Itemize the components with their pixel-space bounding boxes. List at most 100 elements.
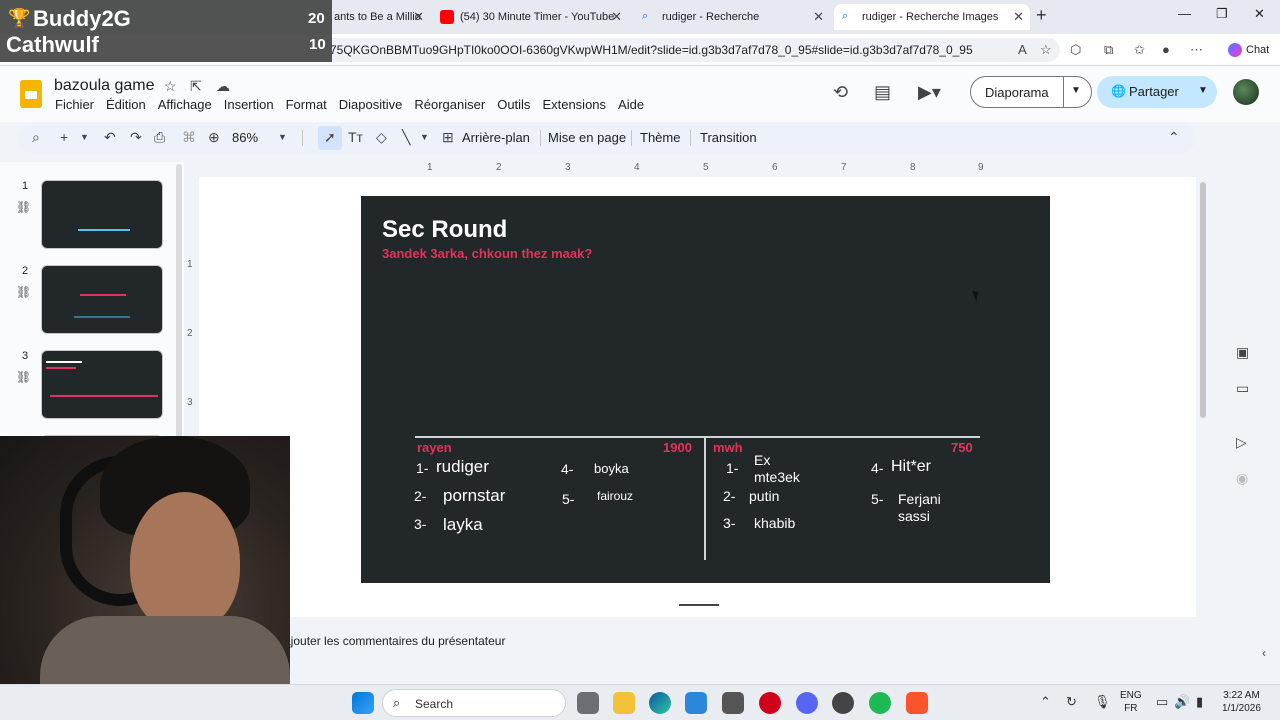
- new-tab-button[interactable]: +: [1036, 5, 1047, 26]
- team-score-right[interactable]: 750: [951, 440, 973, 455]
- tray-chevron-icon[interactable]: ⌃: [1040, 694, 1051, 710]
- copilot-chat-button[interactable]: Chat: [1220, 38, 1277, 62]
- share-button[interactable]: 🌐 Partager ▼: [1097, 76, 1217, 108]
- comments-icon[interactable]: ▤: [874, 82, 891, 103]
- menu-help[interactable]: Aide: [618, 97, 644, 112]
- slide-canvas[interactable]: Sec Round 3andek 3arka, chkoun thez maak…: [361, 196, 1050, 583]
- chevron-down-icon[interactable]: ▼: [1071, 85, 1081, 96]
- window-close-icon[interactable]: ✕: [1254, 6, 1265, 22]
- menu-file[interactable]: Fichier: [55, 97, 94, 112]
- favorite-star-icon[interactable]: ☆: [1040, 42, 1052, 58]
- menu-format[interactable]: Format: [286, 97, 327, 112]
- edge-icon[interactable]: [649, 692, 671, 714]
- menu-slide[interactable]: Diapositive: [339, 97, 403, 112]
- paint-format-icon[interactable]: ⌘: [182, 129, 196, 146]
- profile-icon[interactable]: ●: [1162, 42, 1170, 57]
- notes-resize-handle[interactable]: [679, 604, 719, 606]
- slide-subtitle[interactable]: 3andek 3arka, chkoun thez maak?: [382, 245, 602, 262]
- line-icon[interactable]: ╲: [402, 129, 410, 146]
- collapse-toolbar-icon[interactable]: ⌃: [1168, 129, 1180, 146]
- cloud-status-icon[interactable]: ☁: [216, 78, 230, 95]
- search-icon[interactable]: ⌕: [32, 129, 40, 146]
- record-icon[interactable]: ◉: [1236, 470, 1248, 487]
- answer-text[interactable]: layka: [443, 516, 483, 533]
- keep-icon[interactable]: ▣: [1236, 344, 1249, 361]
- close-icon[interactable]: ✕: [813, 9, 824, 25]
- folder-icon[interactable]: ▭: [1236, 380, 1249, 397]
- speaker-notes[interactable]: ajouter les commentaires du présentateur: [199, 622, 1196, 662]
- team-score-left[interactable]: 1900: [663, 440, 692, 455]
- slideshow-button[interactable]: Diaporama ▼: [970, 76, 1092, 108]
- video-icon[interactable]: ▷: [1236, 434, 1247, 451]
- new-comment-icon[interactable]: ⊞: [442, 129, 454, 146]
- team-name-right[interactable]: mwh: [713, 440, 743, 455]
- avatar[interactable]: [1233, 79, 1259, 105]
- browser-tab-active[interactable]: ⌕ rudiger - Recherche Images ✕: [834, 4, 1030, 30]
- read-aloud-icon[interactable]: A: [1018, 42, 1027, 57]
- obs-icon[interactable]: [832, 692, 854, 714]
- menu-tools[interactable]: Outils: [497, 97, 530, 112]
- chevron-down-icon[interactable]: ▼: [420, 132, 429, 142]
- canvas-scrollbar[interactable]: [1200, 182, 1206, 418]
- star-icon[interactable]: ☆: [164, 78, 177, 95]
- volume-icon[interactable]: 🔊: [1174, 694, 1190, 710]
- meet-icon[interactable]: ▶▾: [918, 82, 941, 103]
- discord-icon[interactable]: [796, 692, 818, 714]
- slides-logo-icon[interactable]: [20, 80, 42, 108]
- language-indicator[interactable]: ENG FR: [1120, 689, 1142, 715]
- menu-edit[interactable]: Édition: [106, 97, 146, 112]
- answer-text[interactable]: fairouz: [597, 488, 633, 505]
- slide-title[interactable]: Sec Round: [382, 216, 507, 244]
- more-icon[interactable]: ⋯: [1190, 42, 1203, 58]
- display-icon[interactable]: ▭: [1156, 694, 1168, 710]
- zoom-value[interactable]: 86%: [232, 130, 258, 145]
- task-view-icon[interactable]: [577, 692, 599, 714]
- windows-start-icon[interactable]: [352, 692, 374, 714]
- brave-icon[interactable]: [906, 692, 928, 714]
- file-explorer-icon[interactable]: [613, 692, 635, 714]
- document-title[interactable]: bazoula game: [54, 77, 155, 95]
- onedrive-icon[interactable]: ↻: [1066, 694, 1077, 710]
- chevron-down-icon[interactable]: ▼: [80, 132, 89, 142]
- slide-thumbnail-3[interactable]: [41, 350, 163, 419]
- move-folder-icon[interactable]: ⇱: [190, 78, 202, 95]
- browser-tab[interactable]: ⌕ rudiger - Recherche ✕: [634, 4, 830, 30]
- battery-icon[interactable]: ▮: [1196, 694, 1203, 710]
- text-box-icon[interactable]: Tт: [348, 129, 363, 145]
- maximize-icon[interactable]: ❐: [1216, 6, 1228, 22]
- expand-side-panel-icon[interactable]: ‹: [1262, 646, 1266, 660]
- menu-arrange[interactable]: Réorganiser: [414, 97, 485, 112]
- split-screen-icon[interactable]: ⧉: [1104, 42, 1113, 58]
- store-icon[interactable]: [685, 692, 707, 714]
- history-icon[interactable]: ⟲: [833, 82, 848, 103]
- slide-thumbnail-1[interactable]: [41, 180, 163, 249]
- layout-button[interactable]: Mise en page: [548, 130, 626, 145]
- add-icon[interactable]: +: [60, 129, 68, 145]
- answer-text[interactable]: boyka: [594, 460, 629, 477]
- clock[interactable]: 3:22 AM 1/1/2026: [1222, 689, 1261, 715]
- close-icon[interactable]: ✕: [413, 9, 424, 25]
- theme-button[interactable]: Thème: [640, 130, 680, 145]
- answer-text[interactable]: Ex mte3ek: [754, 452, 818, 486]
- select-cursor-icon[interactable]: ➚: [324, 129, 336, 146]
- menu-view[interactable]: Affichage: [158, 97, 212, 112]
- favorites-icon[interactable]: ✩: [1134, 42, 1145, 58]
- shape-icon[interactable]: ◇: [376, 129, 387, 146]
- close-icon[interactable]: ✕: [611, 9, 622, 25]
- answer-text[interactable]: Hit*er: [891, 458, 931, 475]
- opera-icon[interactable]: [759, 692, 781, 714]
- chevron-down-icon[interactable]: ▼: [1198, 85, 1208, 96]
- print-icon[interactable]: ⎙: [154, 129, 165, 146]
- menu-insert[interactable]: Insertion: [224, 97, 274, 112]
- close-icon[interactable]: ✕: [1013, 9, 1024, 25]
- zoom-icon[interactable]: ⊕: [208, 129, 220, 146]
- answer-text[interactable]: khabib: [754, 515, 795, 532]
- answer-text[interactable]: Ferjani sassi: [898, 491, 958, 525]
- redo-icon[interactable]: ↷: [130, 129, 142, 146]
- browser-tab[interactable]: ants to Be a Millio ✕: [326, 4, 430, 30]
- answer-text[interactable]: pornstar: [443, 487, 505, 504]
- menu-extensions[interactable]: Extensions: [542, 97, 606, 112]
- transition-button[interactable]: Transition: [700, 130, 757, 145]
- taskbar-search[interactable]: ⌕ Search: [382, 689, 566, 717]
- chevron-down-icon[interactable]: ▼: [278, 132, 287, 142]
